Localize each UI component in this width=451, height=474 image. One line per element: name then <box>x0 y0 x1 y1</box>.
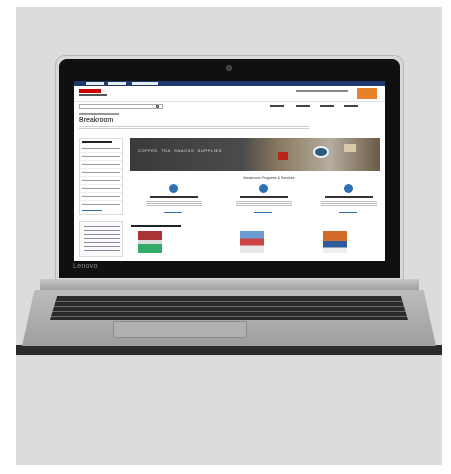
site-header <box>74 86 385 102</box>
laptop-lid: Breakroom COFFEE, TEA, SNACKS, SUPPLIES … <box>55 55 404 280</box>
site-logo-tagline <box>79 94 107 96</box>
photo-backdrop: Breakroom COFFEE, TEA, SNACKS, SUPPLIES … <box>16 7 442 465</box>
featured-categories-heading <box>131 225 181 227</box>
service-icon <box>259 184 268 193</box>
header-nav-link[interactable] <box>270 105 284 107</box>
key-row <box>50 311 408 312</box>
header-nav-link[interactable] <box>320 105 334 107</box>
sidebar-divider <box>80 184 122 185</box>
breadcrumb[interactable] <box>79 113 119 115</box>
sidebar-divider <box>80 160 122 161</box>
banner-pastry-image <box>344 144 356 152</box>
key-row <box>50 301 408 302</box>
banner-snack-image <box>278 152 288 160</box>
sidebar-item[interactable] <box>82 172 120 173</box>
promo-text-line <box>84 234 120 235</box>
sidebar-item[interactable] <box>82 180 120 181</box>
sidebar-see-all-link[interactable] <box>82 210 102 211</box>
service-title <box>150 196 198 198</box>
sidebar-item[interactable] <box>82 204 120 205</box>
nav-tab[interactable] <box>132 82 158 85</box>
banner-coffee-mug-image <box>313 146 329 158</box>
promo-text-line <box>84 246 120 247</box>
promo-text-line <box>84 238 120 239</box>
service-icon <box>169 184 178 193</box>
header-nav-link[interactable] <box>344 105 358 107</box>
laptop-hinge <box>40 279 419 291</box>
service-description <box>321 201 377 207</box>
search-input[interactable] <box>79 104 163 109</box>
key-row <box>50 316 408 317</box>
lenovo-logo: Lenovo <box>73 263 98 270</box>
sidebar-heading <box>82 141 112 143</box>
promo-text-line <box>84 242 120 243</box>
laptop-keyboard <box>50 296 408 320</box>
featured-category-image[interactable] <box>240 231 264 253</box>
sidebar-divider <box>80 152 122 153</box>
sidebar-divider <box>80 200 122 201</box>
sidebar-divider <box>80 192 122 193</box>
service-description <box>236 201 292 207</box>
featured-category-image[interactable] <box>138 231 162 253</box>
service-title <box>325 196 373 198</box>
service-learn-more-link[interactable] <box>254 212 272 213</box>
promo-text-line <box>84 250 120 251</box>
header-nav-link[interactable] <box>296 105 310 107</box>
service-learn-more-link[interactable] <box>339 212 357 213</box>
services-heading: Breakroom Programs & Services <box>243 176 295 180</box>
page-title: Breakroom <box>79 117 114 124</box>
category-sidebar <box>79 138 123 215</box>
header-account-links[interactable] <box>296 90 348 92</box>
sidebar-divider <box>80 176 122 177</box>
promo-text-line <box>84 230 120 231</box>
sidebar-item[interactable] <box>82 196 120 197</box>
service-description <box>146 201 202 207</box>
promo-box <box>79 221 123 257</box>
service-card <box>234 184 294 224</box>
screen-bezel: Breakroom COFFEE, TEA, SNACKS, SUPPLIES … <box>59 59 400 278</box>
cart-button[interactable] <box>357 88 377 99</box>
key-row <box>50 306 408 307</box>
nav-tab[interactable] <box>108 82 126 85</box>
service-icon <box>344 184 353 193</box>
service-learn-more-link[interactable] <box>164 212 182 213</box>
site-logo[interactable] <box>79 89 101 93</box>
page-description <box>79 126 309 130</box>
sidebar-item[interactable] <box>82 156 120 157</box>
featured-category-image[interactable] <box>323 231 347 253</box>
promo-text-line <box>84 226 120 227</box>
webcam <box>226 65 232 71</box>
search-icon[interactable] <box>156 105 159 108</box>
service-card <box>144 184 204 224</box>
laptop-screen: Breakroom COFFEE, TEA, SNACKS, SUPPLIES … <box>74 81 385 261</box>
nav-tab[interactable] <box>86 82 104 85</box>
sidebar-item[interactable] <box>82 188 120 189</box>
sidebar-item[interactable] <box>82 164 120 165</box>
laptop-trackpad <box>113 321 247 338</box>
sidebar-divider <box>80 168 122 169</box>
hero-banner[interactable]: COFFEE, TEA, SNACKS, SUPPLIES <box>130 138 380 171</box>
service-title <box>240 196 288 198</box>
table-edge <box>16 345 442 355</box>
service-card <box>319 184 379 224</box>
hero-banner-text: COFFEE, TEA, SNACKS, SUPPLIES <box>138 148 223 153</box>
sidebar-item[interactable] <box>82 148 120 149</box>
